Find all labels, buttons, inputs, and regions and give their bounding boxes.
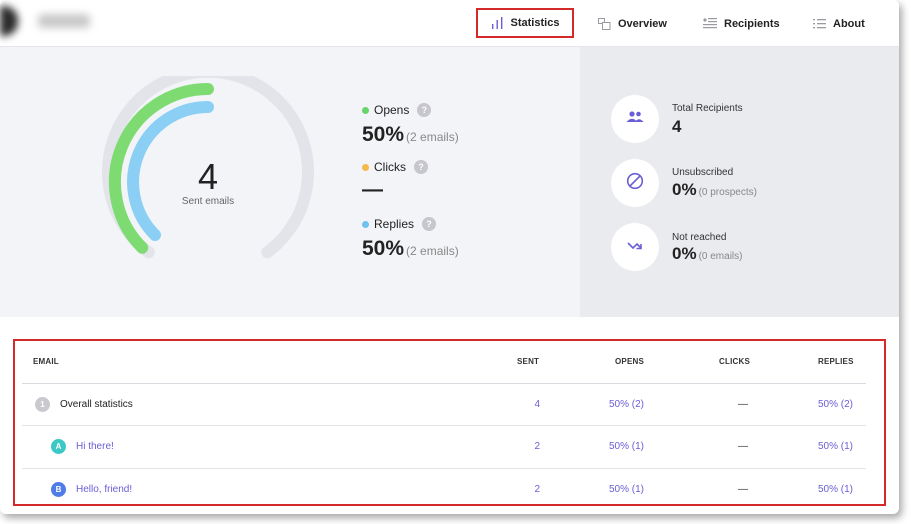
opens-help-icon[interactable]: ? xyxy=(417,103,432,117)
cell-clicks: — xyxy=(738,441,748,452)
cell-sent: 4 xyxy=(534,399,540,410)
clicks-value: — xyxy=(362,178,383,201)
cell-opens: 50% (1) xyxy=(608,441,644,452)
trend-arrow-icon xyxy=(627,238,643,256)
opens-percent: 50% xyxy=(362,123,405,146)
email-link-hi-there[interactable]: Hi there! xyxy=(76,441,114,452)
opens-count: (2 emails) xyxy=(406,130,459,144)
sent-emails-count: 4 xyxy=(197,156,219,197)
column-header-sent: SENT xyxy=(517,357,540,366)
row-divider xyxy=(22,425,866,426)
row-badge-overall: 1 xyxy=(35,397,50,412)
total-recipients-value: 4 xyxy=(672,117,682,136)
row-badge-a: A xyxy=(51,439,66,454)
replies-count: (2 emails) xyxy=(406,244,459,258)
top-navigation-bar: Statistics Overview Recipients About xyxy=(0,0,899,47)
cell-opens: 50% (1) xyxy=(608,484,644,495)
unsubscribed-value: 0% (0 prospects) xyxy=(672,180,757,200)
cell-clicks: — xyxy=(738,484,748,495)
cell-replies: 50% (1) xyxy=(817,441,853,452)
bar-chart-icon xyxy=(491,17,504,29)
tab-overview[interactable]: Overview xyxy=(598,0,667,47)
row-divider xyxy=(22,468,866,469)
tab-recipients-label: Recipients xyxy=(724,17,780,30)
app-name-blurred xyxy=(38,14,90,28)
column-header-clicks: CLICKS xyxy=(719,357,750,366)
opens-legend: Opens ? xyxy=(362,103,432,117)
tab-statistics[interactable]: Statistics xyxy=(476,8,574,38)
cell-replies: 50% (2) xyxy=(817,399,853,410)
recipients-list-icon xyxy=(703,18,717,29)
table-row[interactable]: B Hello, friend! xyxy=(51,482,132,497)
opens-label: Opens xyxy=(374,103,410,117)
clicks-dot xyxy=(362,163,369,171)
tab-statistics-label: Statistics xyxy=(510,17,560,29)
unsubscribed-percent: 0% xyxy=(672,180,697,199)
replies-dot xyxy=(362,220,369,228)
tab-about-label: About xyxy=(833,17,865,30)
email-link-hello-friend[interactable]: Hello, friend! xyxy=(76,484,132,495)
app-logo xyxy=(0,6,18,36)
row-badge-b: B xyxy=(51,482,66,497)
tab-overview-label: Overview xyxy=(618,17,667,30)
unsubscribed-label: Unsubscribed xyxy=(672,167,734,178)
cell-replies: 50% (1) xyxy=(817,484,853,495)
list-icon xyxy=(813,18,826,29)
not-reached-value: 0% (0 emails) xyxy=(672,244,742,264)
cell-clicks: — xyxy=(738,399,748,410)
replies-value: 50% (2 emails) xyxy=(362,237,459,261)
tab-about[interactable]: About xyxy=(813,0,865,47)
sent-emails-caption: Sent emails xyxy=(181,196,235,207)
replies-label: Replies xyxy=(374,217,415,231)
people-icon xyxy=(626,110,644,128)
column-header-opens: OPENS xyxy=(615,357,645,366)
cell-opens: 50% (2) xyxy=(608,399,644,410)
column-header-replies: REPLIES xyxy=(818,357,854,366)
unsubscribed-icon-circle xyxy=(611,159,659,207)
not-reached-percent: 0% xyxy=(672,244,697,263)
table-header-divider xyxy=(22,383,866,384)
not-reached-count: (0 emails) xyxy=(698,251,743,262)
column-header-email: EMAIL xyxy=(33,357,59,366)
replies-percent: 50% xyxy=(362,237,405,260)
opens-dot xyxy=(362,106,369,114)
opens-value: 50% (2 emails) xyxy=(362,123,459,147)
app-window: Statistics Overview Recipients About 4 S… xyxy=(0,0,899,514)
overview-icon xyxy=(598,17,611,30)
email-stats-table xyxy=(13,339,886,506)
clicks-legend: Clicks ? xyxy=(362,160,428,174)
cell-sent: 2 xyxy=(534,484,540,495)
clicks-label: Clicks xyxy=(374,160,406,174)
unsubscribed-count: (0 prospects) xyxy=(698,187,757,198)
table-row[interactable]: A Hi there! xyxy=(51,439,114,454)
block-icon xyxy=(626,172,644,195)
cell-sent: 2 xyxy=(534,441,540,452)
replies-legend: Replies ? xyxy=(362,217,437,231)
total-recipients-icon-circle xyxy=(611,95,659,143)
not-reached-label: Not reached xyxy=(672,232,727,243)
total-recipients-label: Total Recipients xyxy=(672,103,743,114)
not-reached-icon-circle xyxy=(611,223,659,271)
table-row: 1 Overall statistics xyxy=(35,397,133,412)
tab-recipients[interactable]: Recipients xyxy=(703,0,780,47)
replies-help-icon[interactable]: ? xyxy=(422,217,437,231)
clicks-help-icon[interactable]: ? xyxy=(414,160,428,174)
row-label-overall: Overall statistics xyxy=(60,399,133,410)
